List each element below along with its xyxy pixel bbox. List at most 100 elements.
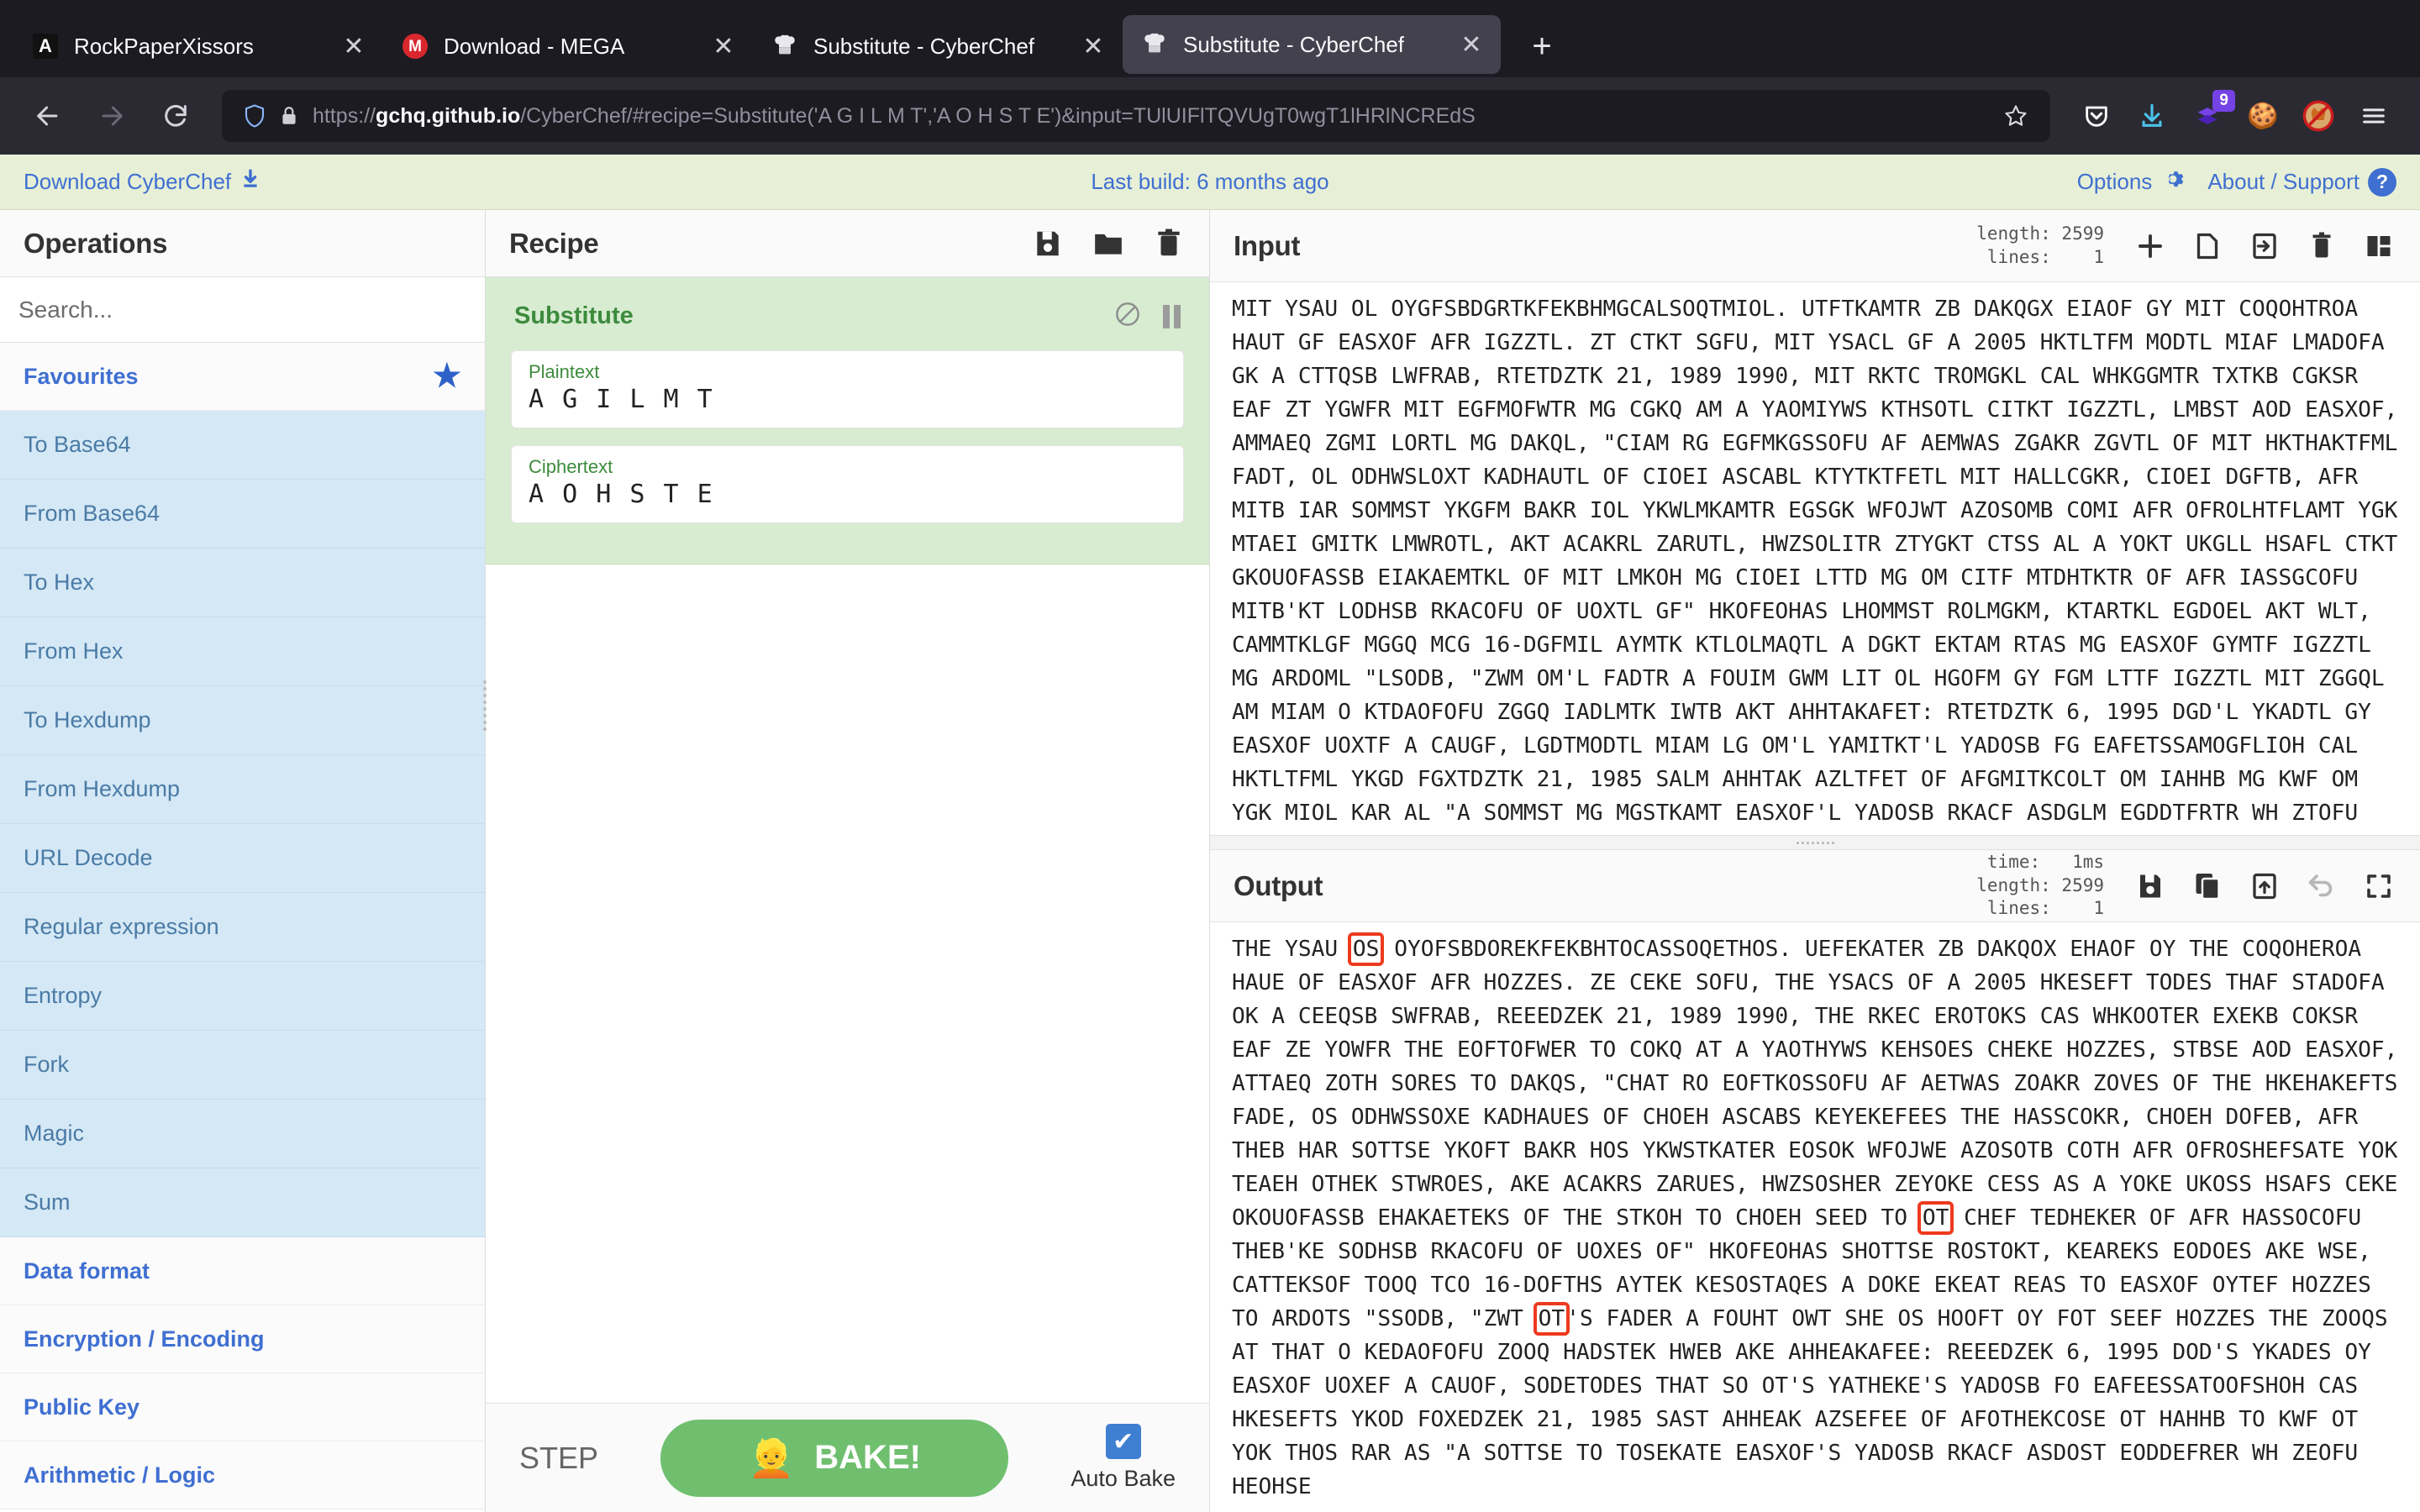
copy-output-icon[interactable] [2190,869,2225,904]
breakpoint-pause-icon[interactable] [1163,304,1181,328]
input-text[interactable]: MIT YSAU OL OYGFSBDGRTKFEKBHMGCALSOQTMIO… [1210,282,2420,835]
op-item-from-hexdump[interactable]: From Hexdump [0,755,485,824]
browser-tab-3[interactable]: Substitute - CyberChef ✕ [753,15,1123,77]
url-text[interactable]: https://gchq.github.io/CyberChef/#recipe… [313,104,1996,129]
browser-tab-1[interactable]: A RockPaperXissors ✕ [13,15,383,77]
bake-button[interactable]: 👱 BAKE! [660,1419,1009,1497]
extension-badge-count: 9 [2212,90,2235,112]
operations-title-bar: Operations [0,210,485,277]
tab-close-icon[interactable]: ✕ [339,32,368,61]
add-input-tab-icon[interactable] [2133,228,2168,264]
output-text[interactable]: THE YSAU OS OYOFSBDOREKFEKBHTOCASSOQETHO… [1210,922,2420,1512]
ops-category-data-format[interactable]: Data format [0,1237,485,1305]
op-item-fork[interactable]: Fork [0,1031,485,1100]
arg-value-plaintext[interactable]: A G I L M T [529,385,1166,414]
url-scheme: https:// [313,103,376,128]
input-lines-value: 1 [2093,246,2104,267]
arg-field-ciphertext[interactable]: Ciphertext A O H S T E [511,445,1184,523]
operations-search-row[interactable] [0,277,485,343]
ops-category-encryption-encoding[interactable]: Encryption / Encoding [0,1305,485,1373]
browser-tab-2[interactable]: M Download - MEGA ✕ [383,15,753,77]
gear-icon [2160,166,2186,197]
disable-icon[interactable] [1114,301,1141,332]
reload-button[interactable] [150,90,202,142]
tab-close-icon[interactable]: ✕ [1079,32,1107,61]
output-highlight-5: OT [1533,1302,1570,1336]
tab-title: Substitute - CyberChef [1183,31,1405,57]
cookie-icon[interactable]: 🍪 [2238,92,2287,140]
op-item-to-hex[interactable]: To Hex [0,549,485,617]
output-lines-label: lines: [1986,898,2051,919]
arg-field-plaintext[interactable]: Plaintext A G I L M T [511,350,1184,428]
tab-close-icon[interactable]: ✕ [709,32,738,61]
downloads-icon[interactable] [2128,92,2176,140]
clear-recipe-icon[interactable] [1152,225,1186,262]
lock-icon[interactable] [272,105,306,127]
ops-category-arithmetic-logic[interactable]: Arithmetic / Logic [0,1441,485,1509]
bookmark-star-icon[interactable] [1996,103,2035,129]
ops-category-public-key[interactable]: Public Key [0,1373,485,1441]
ops-category-favourites[interactable]: Favourites ★ [0,343,485,411]
load-recipe-icon[interactable] [1092,225,1125,262]
op-item-url-decode[interactable]: URL Decode [0,824,485,893]
maximise-output-icon[interactable] [2361,869,2396,904]
open-folder-icon[interactable] [2190,228,2225,264]
operations-panel-resize-handle[interactable] [481,680,488,731]
back-button[interactable] [22,90,74,142]
tab-title: Substitute - CyberChef [813,33,1035,59]
new-tab-button[interactable]: + [1523,27,1561,66]
search-input[interactable] [18,296,466,323]
url-path: /CyberChef/#recipe=Substitute('A G I L M… [520,103,1476,128]
output-time-value: 1ms [2072,851,2104,872]
options-link[interactable]: Options [2077,166,2186,197]
url-bar[interactable]: https://gchq.github.io/CyberChef/#recipe… [222,90,2050,142]
op-item-to-hexdump[interactable]: To Hexdump [0,686,485,755]
input-stats: length: 2599 lines: 1 [1976,223,2104,269]
save-recipe-icon[interactable] [1031,225,1065,262]
recipe-operation-substitute[interactable]: Substitute Plaintext A G I L M T Ciphert… [486,277,1209,564]
tab-favicon-mega: M [402,33,429,60]
options-label: Options [2076,169,2153,194]
output-icons [2133,869,2396,904]
about-support-link[interactable]: About / Support ? [2207,167,2396,197]
tab-favicon-chef-hat [771,33,798,60]
clear-io-icon[interactable] [2304,228,2339,264]
auto-bake-control[interactable]: ✔ Auto Bake [1071,1424,1176,1492]
extension-layers-icon[interactable]: 9 [2183,90,2235,140]
arg-value-ciphertext[interactable]: A O H S T E [529,480,1166,509]
arg-label-ciphertext: Ciphertext [529,456,613,477]
browser-tab-4-active[interactable]: Substitute - CyberChef ✕ [1123,15,1501,74]
hamburger-menu-icon[interactable] [2349,92,2398,140]
fox-blocked-icon[interactable] [2294,92,2343,140]
forward-button[interactable] [86,90,138,142]
open-file-as-input-icon[interactable] [2247,228,2282,264]
save-output-icon[interactable] [2133,869,2168,904]
io-left-resize-grip[interactable] [1205,462,1210,563]
op-item-from-hex[interactable]: From Hex [0,617,485,686]
undo-bake-icon[interactable] [2304,869,2339,904]
step-button[interactable]: STEP [519,1441,598,1476]
op-item-regular-expression[interactable]: Regular expression [0,893,485,962]
op-item-sum[interactable]: Sum [0,1168,485,1237]
recipe-panel-resize-handle[interactable] [1206,680,1213,731]
output-length-label: length: [1976,874,2051,895]
op-item-magic[interactable]: Magic [0,1100,485,1168]
op-item-from-base64[interactable]: From Base64 [0,480,485,549]
reset-pane-layout-icon[interactable] [2361,228,2396,264]
chef-icon: 👱 [748,1437,795,1479]
op-item-to-base64[interactable]: To Base64 [0,411,485,480]
input-lines-label: lines: [1986,246,2051,267]
pocket-icon[interactable] [2072,92,2121,140]
replace-input-with-output-icon[interactable] [2247,869,2282,904]
auto-bake-checkbox[interactable]: ✔ [1105,1424,1141,1459]
op-item-entropy[interactable]: Entropy [0,962,485,1031]
download-cyberchef-link[interactable]: Download CyberChef [24,168,261,196]
tab-favicon-rockpaperxissors: A [32,33,59,60]
about-support-label: About / Support [2207,169,2360,194]
tab-close-icon[interactable]: ✕ [1457,30,1486,60]
io-splitter[interactable] [1210,835,2420,850]
output-stats: time: 1ms length: 2599 lines: 1 [1976,851,2104,921]
navigation-bar: https://gchq.github.io/CyberChef/#recipe… [0,77,2420,155]
output-highlight-3: OT [1917,1201,1954,1235]
tracking-protection-shield-icon[interactable] [237,103,272,129]
